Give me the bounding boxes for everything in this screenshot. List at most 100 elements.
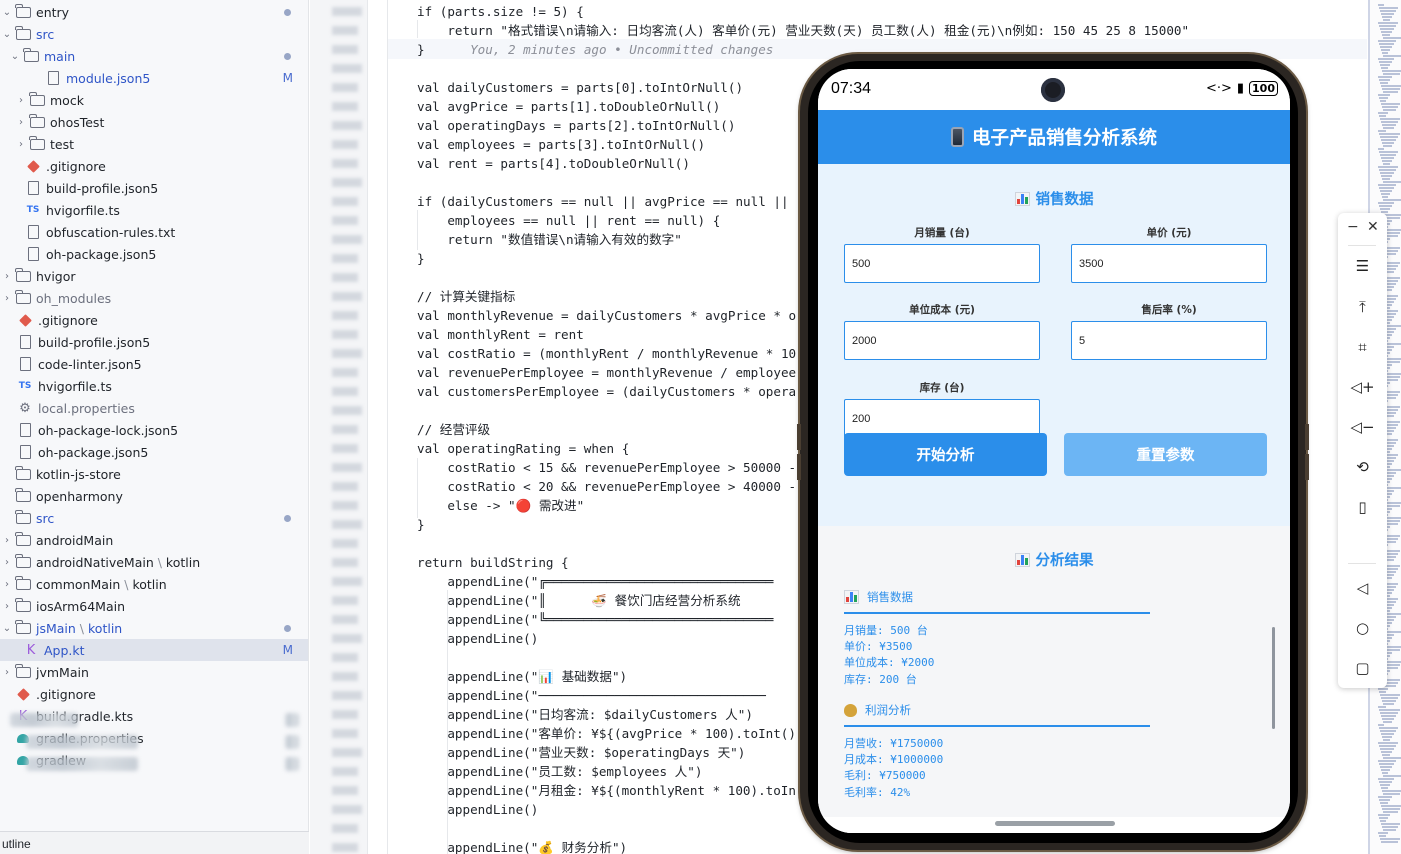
tree-item-kotlin-js-store[interactable]: kotlin-js-store (0, 463, 308, 485)
home-indicator[interactable] (995, 821, 1115, 826)
volume-up-icon[interactable]: ◁+ (1338, 373, 1387, 401)
recents-icon[interactable]: ▢ (1338, 654, 1387, 682)
menu-icon[interactable]: ☰ (1338, 252, 1387, 280)
tree-item-iosarm64main[interactable]: › iosArm64Main (0, 595, 308, 617)
close-button[interactable]: ✕ (1367, 219, 1379, 235)
tree-item-commonmain[interactable]: › commonMain \ kotlin (0, 573, 308, 595)
tree-item-gitignore[interactable]: .gitignore (0, 309, 308, 331)
crop-screenshot-icon[interactable]: ⌗ (1338, 333, 1387, 361)
monthly-sales-input[interactable] (844, 244, 1040, 283)
chevron-icon[interactable]: ⌄ (0, 623, 14, 634)
minimap-line (1383, 775, 1401, 777)
minimap-line (1379, 151, 1398, 153)
chevron-icon[interactable]: ⌄ (0, 7, 14, 18)
folder-icon (22, 47, 40, 64)
tree-item-oh-package-json5[interactable]: oh-package.json5 (0, 441, 308, 463)
tree-item-gitignore[interactable]: .gitignore (0, 155, 308, 177)
chevron-icon[interactable]: › (0, 667, 14, 678)
tree-item-mock[interactable]: › mock (0, 89, 308, 111)
tree-item-main[interactable]: ⌄ main (0, 45, 308, 67)
unit-price-input[interactable] (1071, 244, 1267, 283)
line-number (332, 444, 358, 453)
minimap-line (1380, 748, 1394, 750)
hinge-left-top (797, 424, 801, 450)
minimap-line (1380, 154, 1396, 156)
tree-item-hvigor[interactable]: › hvigor (0, 265, 308, 287)
tree-item-module-json5[interactable]: module.json5 M (0, 67, 308, 89)
tree-item-src[interactable]: src (0, 507, 308, 529)
tree-item-gitignore[interactable]: .gitignore (0, 683, 308, 705)
line-number (332, 653, 358, 662)
unit-cost-input[interactable] (844, 321, 1040, 360)
volume-down-icon[interactable]: ◁− (1338, 413, 1387, 441)
tree-item-app-kt[interactable]: K App.kt M (0, 639, 308, 661)
chevron-icon[interactable]: › (0, 557, 14, 568)
tree-item-jvmmain[interactable]: › jvmMain (0, 661, 308, 683)
results-panel[interactable]: 分析结果 销售数据 月销量: 500 台 单价: ¥3500 单位成本: ¥20… (818, 526, 1290, 833)
reset-params-button[interactable]: 重置参数 (1064, 433, 1267, 476)
back-icon[interactable]: ◁ (1338, 574, 1387, 602)
field-label-return-rate: 售后率 (%) (1141, 304, 1197, 316)
line-number (332, 596, 358, 605)
phone-screen[interactable]: 07:34 <·> ▮ 100 电子产品销售分析系统 销售数据 月销量 (台) … (818, 69, 1290, 833)
minimap-line (1381, 103, 1400, 105)
minimize-button[interactable]: − (1347, 219, 1359, 235)
minimap-line (1383, 811, 1398, 813)
tree-item-code-linter-json5[interactable]: code-linter.json5 (0, 353, 308, 375)
tree-item-label: src (36, 26, 55, 42)
minimap-line (1378, 796, 1392, 798)
minimap-line (1380, 46, 1392, 48)
tree-item-oh-package-json5[interactable]: oh-package.json5 (0, 243, 308, 265)
chevron-icon[interactable]: › (0, 271, 14, 282)
tree-item-label: oh_modules (36, 290, 112, 306)
changes-dot (284, 8, 291, 16)
tree-item-androidnativemain[interactable]: › androidNativeMain \ kotlin (0, 551, 308, 573)
tree-item-androidmain[interactable]: › androidMain (0, 529, 308, 551)
tree-item-ohostest[interactable]: › ohosTest (0, 111, 308, 133)
chevron-icon[interactable]: › (0, 579, 14, 590)
folder-icon (28, 91, 46, 108)
tree-item-hvigorfile-ts[interactable]: TS hvigorfile.ts (0, 199, 308, 221)
chevron-icon[interactable]: ⌄ (0, 29, 14, 40)
results-scrollbar[interactable] (1272, 627, 1275, 729)
outline-panel-tab[interactable]: utline (0, 831, 309, 854)
tree-item-build-profile-json5[interactable]: build-profile.json5 (0, 331, 308, 353)
chevron-icon[interactable]: › (14, 139, 28, 150)
minimap-line (1383, 145, 1392, 147)
chevron-icon[interactable]: › (0, 535, 14, 546)
pin-to-top-icon[interactable]: ⤒ (1338, 293, 1387, 321)
chevron-icon[interactable]: › (0, 601, 14, 612)
tree-item-openharmony[interactable]: openharmony (0, 485, 308, 507)
divider (844, 612, 1150, 614)
profit-heading-label: 利润分析 (865, 703, 911, 717)
tree-item-test[interactable]: › test (0, 133, 308, 155)
minimap-line (1382, 106, 1398, 108)
tree-item-oh-modules[interactable]: › oh_modules (0, 287, 308, 309)
minimap-line (1380, 64, 1390, 66)
tree-item-jsmain[interactable]: ⌄ jsMain \ kotlin (0, 617, 308, 639)
tree-item-src[interactable]: ⌄ src (0, 23, 308, 45)
code-line: costRatio < 20 && revenuePerEmployee > 4… (417, 479, 797, 494)
minimap-line (1382, 196, 1388, 198)
tree-item-label: hvigor (36, 268, 76, 284)
tree-item-hvigorfile-ts[interactable]: TS hvigorfile.ts (0, 375, 308, 397)
typescript-icon: TS (26, 205, 40, 215)
minimap-line (1379, 115, 1386, 117)
return-rate-input[interactable] (1071, 321, 1267, 360)
tree-item-build-profile-json5[interactable]: build-profile.json5 (0, 177, 308, 199)
minimap-line (1382, 736, 1392, 738)
chevron-icon[interactable]: ⌄ (8, 51, 22, 62)
fold-device-icon[interactable]: ▯ (1338, 493, 1387, 521)
chevron-icon[interactable]: › (14, 95, 28, 106)
line-number (332, 672, 358, 681)
tree-item-entry[interactable]: ⌄ entry (0, 1, 308, 23)
start-analysis-button[interactable]: 开始分析 (844, 433, 1047, 476)
home-icon[interactable]: ○ (1338, 614, 1387, 642)
minimap-line (1379, 745, 1396, 747)
rotate-device-icon[interactable]: ⟲ (1338, 453, 1387, 481)
chevron-icon[interactable]: › (0, 293, 14, 304)
tree-item-obfuscation-rules-txt[interactable]: obfuscation-rules.txt (0, 221, 308, 243)
chevron-icon[interactable]: › (14, 117, 28, 128)
tree-item-oh-package-lock-json5[interactable]: oh-package-lock.json5 (0, 419, 308, 441)
tree-item-local-properties[interactable]: ⚙ local.properties (0, 397, 308, 419)
